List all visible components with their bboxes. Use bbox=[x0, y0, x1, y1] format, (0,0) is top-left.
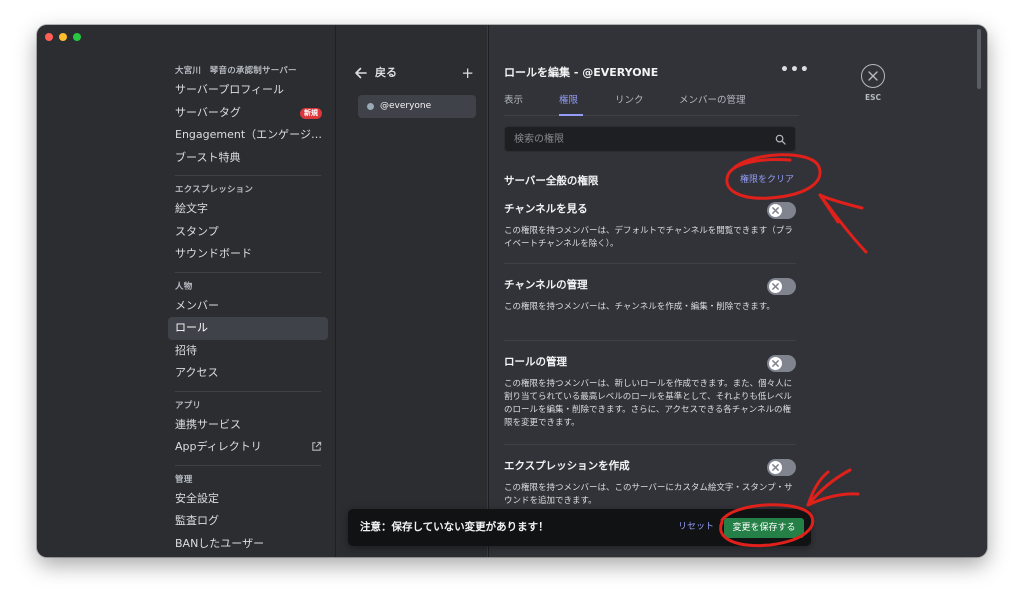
divider bbox=[504, 340, 796, 341]
permission-search-input[interactable]: 検索の権限 bbox=[504, 126, 796, 152]
section-title: サーバー全般の権限 bbox=[504, 175, 599, 187]
sidebar-item-engagement[interactable]: Engagement（エンゲージメ... bbox=[168, 124, 328, 147]
permission-toggle[interactable] bbox=[767, 355, 796, 372]
permission-description: この権限を持つメンバーは、チャンネルを作成・編集・削除できます。 bbox=[504, 302, 775, 312]
tab-display[interactable]: 表示 bbox=[504, 94, 523, 108]
permission-row: ロールの管理 この権限を持つメンバーは、新しいロールを作成できます。また、個々人… bbox=[504, 355, 796, 430]
sidebar-item-members[interactable]: メンバー bbox=[168, 295, 328, 318]
sidebar-item-integrations[interactable]: 連携サービス bbox=[168, 414, 328, 437]
sidebar-divider bbox=[175, 271, 321, 273]
permission-description: この権限を持つメンバーは、このサーバーにカスタム絵文字・スタンプ・サウンドを追加… bbox=[504, 483, 793, 506]
zoom-window-button[interactable] bbox=[73, 33, 81, 41]
permission-title: チャンネルの管理 bbox=[504, 279, 588, 291]
window-controls bbox=[45, 33, 81, 41]
page-title: ロールを編集 - @EVERYONE bbox=[504, 66, 659, 79]
tab-permissions[interactable]: 権限 bbox=[559, 94, 578, 108]
permission-row: エクスプレッションを作成 この権限を持つメンバーは、このサーバーにカスタム絵文字… bbox=[504, 459, 796, 508]
save-changes-button[interactable]: 変更を保存する bbox=[724, 518, 804, 538]
external-link-icon bbox=[312, 441, 322, 451]
sidebar-item-access[interactable]: アクセス bbox=[168, 362, 328, 385]
sidebar-divider bbox=[175, 390, 321, 392]
sidebar-item-bans[interactable]: BANしたユーザー bbox=[168, 533, 328, 556]
role-list-item[interactable]: @everyone bbox=[358, 95, 476, 118]
role-name: @everyone bbox=[380, 101, 432, 111]
minimize-window-button[interactable] bbox=[59, 33, 67, 41]
sidebar-header-server: 大宮川 琴音の承認制サーバー bbox=[175, 66, 297, 76]
roles-panel: 戻る + @everyone bbox=[335, 25, 488, 557]
permission-description: この権限を持つメンバーは、新しいロールを作成できます。また、個々人に割り当てられ… bbox=[504, 379, 793, 428]
roles-header: 戻る + bbox=[354, 65, 474, 81]
search-icon bbox=[775, 134, 786, 145]
esc-close[interactable]: ESC bbox=[861, 64, 885, 102]
sidebar-item-label: サーバータグ bbox=[175, 105, 241, 119]
tab-manage-members[interactable]: メンバーの管理 bbox=[679, 94, 746, 108]
permission-title: エクスプレッションを作成 bbox=[504, 460, 630, 472]
edit-role-main: ロールを編集 - @EVERYONE ••• 表示 権限 リンク メンバーの管理… bbox=[489, 25, 987, 557]
sidebar-item-server-profile[interactable]: サーバープロフィール bbox=[168, 79, 328, 102]
sidebar-item-roles[interactable]: ロール bbox=[168, 317, 328, 340]
more-options-icon[interactable]: ••• bbox=[780, 62, 810, 78]
permission-toggle[interactable] bbox=[767, 202, 796, 219]
x-icon bbox=[772, 283, 779, 290]
divider bbox=[504, 263, 796, 264]
tab-links[interactable]: リンク bbox=[615, 94, 644, 108]
sidebar-item-server-tag[interactable]: サーバータグ 新規 bbox=[168, 102, 328, 125]
sidebar-item-audit-log[interactable]: 監査ログ bbox=[168, 510, 328, 533]
sidebar-item-soundboard[interactable]: サウンドボード bbox=[168, 243, 328, 266]
back-button[interactable]: 戻る bbox=[375, 65, 397, 81]
x-icon bbox=[772, 207, 779, 214]
sidebar-list: 大宮川 琴音の承認制サーバー サーバープロフィール サーバータグ 新規 Enga… bbox=[168, 63, 328, 555]
search-placeholder: 検索の権限 bbox=[514, 134, 564, 145]
reset-button[interactable]: リセット bbox=[678, 509, 714, 546]
permission-title: ロールの管理 bbox=[504, 356, 567, 368]
unsaved-notice-text: 注意：保存していない変更があります！ bbox=[360, 521, 549, 533]
x-icon bbox=[772, 464, 779, 471]
new-badge: 新規 bbox=[300, 107, 322, 119]
back-arrow-icon[interactable] bbox=[354, 66, 368, 80]
divider bbox=[504, 444, 796, 445]
permission-row: チャンネルの管理 この権限を持つメンバーは、チャンネルを作成・編集・削除できます… bbox=[504, 278, 796, 314]
sidebar-divider bbox=[175, 175, 321, 176]
sidebar-header-expression: エクスプレッション bbox=[175, 185, 254, 195]
sidebar-item-stickers[interactable]: スタンプ bbox=[168, 221, 328, 244]
tab-bar: 表示 権限 リンク メンバーの管理 bbox=[504, 94, 799, 116]
permission-title: チャンネルを見る bbox=[504, 203, 588, 215]
permission-toggle[interactable] bbox=[767, 278, 796, 295]
sidebar-item-app-directory[interactable]: Appディレクトリ bbox=[168, 436, 328, 459]
sidebar-header-apps: アプリ bbox=[175, 400, 202, 411]
sidebar-header-moderation: 管理 bbox=[175, 474, 193, 485]
active-tab-indicator bbox=[559, 114, 583, 116]
sidebar-item-invites[interactable]: 招待 bbox=[168, 340, 328, 363]
sidebar-header-people: 人物 bbox=[175, 281, 193, 292]
sidebar-item-label: Appディレクトリ bbox=[175, 440, 262, 453]
permission-row: チャンネルを見る この権限を持つメンバーは、デフォルトでチャンネルを閲覧できます… bbox=[504, 202, 796, 251]
clear-permissions-link[interactable]: 権限をクリア bbox=[740, 172, 794, 185]
close-window-button[interactable] bbox=[45, 33, 53, 41]
esc-label: ESC bbox=[864, 93, 882, 102]
sidebar-item-emoji[interactable]: 絵文字 bbox=[168, 198, 328, 221]
x-icon bbox=[772, 360, 779, 367]
sidebar-item-safety[interactable]: 安全設定 bbox=[168, 488, 328, 511]
permission-toggle[interactable] bbox=[767, 459, 796, 476]
permission-description: この権限を持つメンバーは、デフォルトでチャンネルを閲覧できます（プライベートチャ… bbox=[504, 226, 793, 249]
role-color-dot bbox=[367, 103, 374, 110]
close-icon[interactable] bbox=[861, 64, 885, 88]
add-role-icon[interactable]: + bbox=[461, 65, 474, 81]
sidebar-item-boost-perks[interactable]: ブースト特典 bbox=[168, 147, 328, 170]
sidebar-divider bbox=[175, 464, 321, 466]
unsaved-changes-bar: 注意：保存していない変更があります！ リセット 変更を保存する bbox=[348, 509, 811, 546]
settings-sidebar: 大宮川 琴音の承認制サーバー サーバープロフィール サーバータグ 新規 Enga… bbox=[37, 25, 335, 557]
app-window: 大宮川 琴音の承認制サーバー サーバープロフィール サーバータグ 新規 Enga… bbox=[37, 25, 987, 557]
scrollbar[interactable] bbox=[977, 29, 981, 89]
